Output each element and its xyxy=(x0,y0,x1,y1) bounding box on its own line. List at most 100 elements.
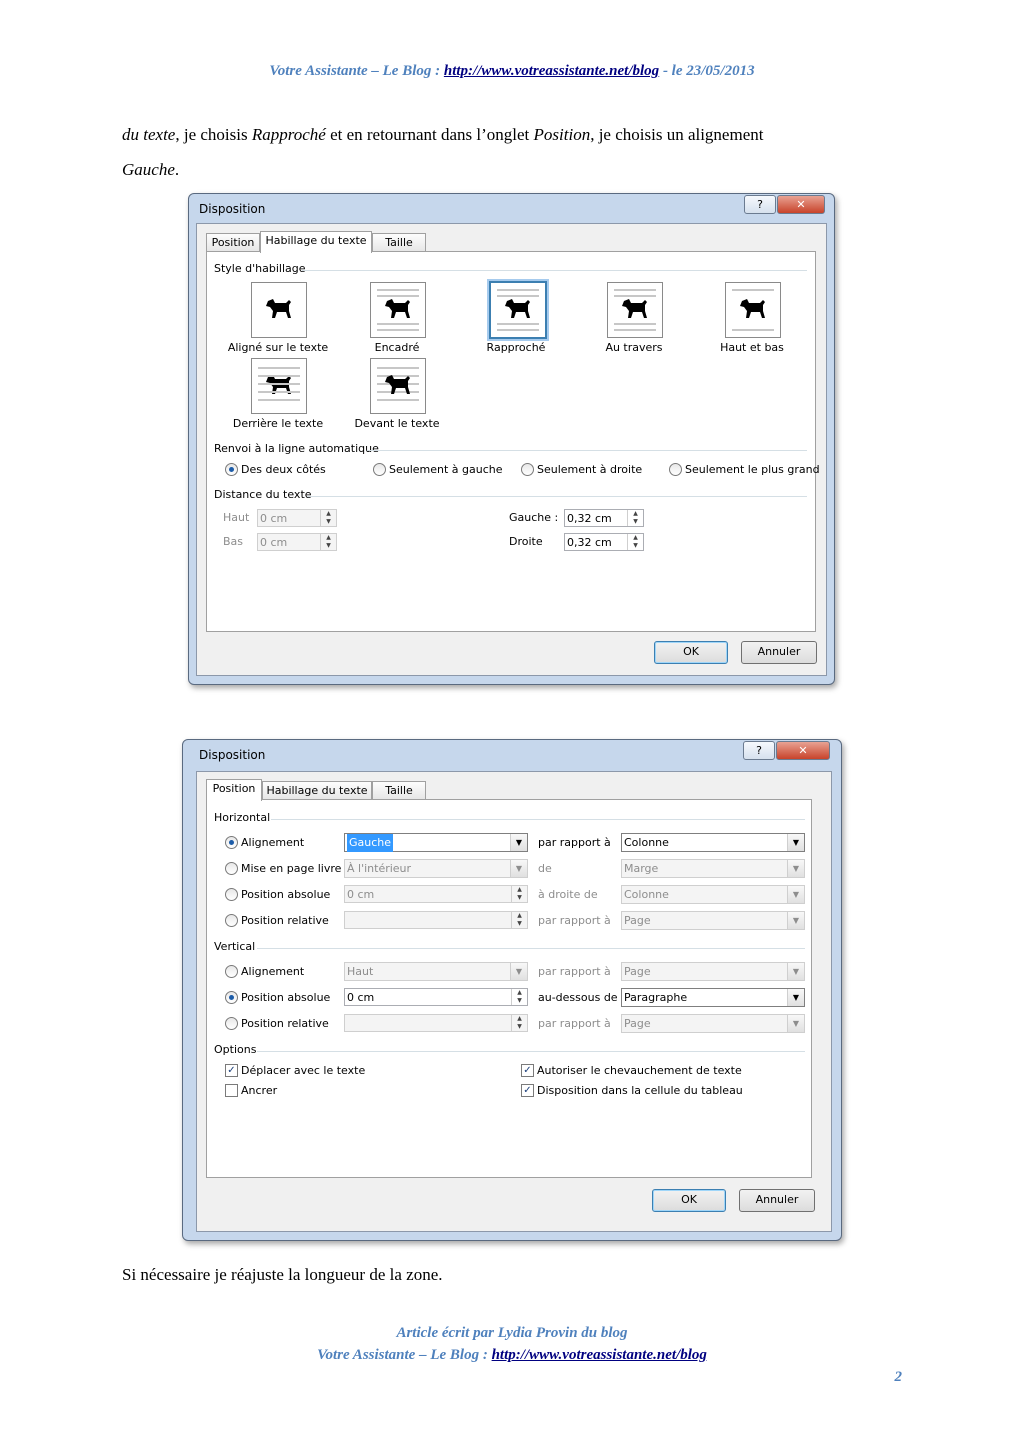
intro-paragraph: du texte, je choisis Rapproché et en ret… xyxy=(122,125,764,144)
h-relative-rel-label: par rapport à xyxy=(538,914,611,927)
radio-plus-grand[interactable] xyxy=(669,463,682,476)
radio-h-alignement[interactable] xyxy=(225,836,238,849)
h-absolue-target-select[interactable]: Colonne ▼ xyxy=(621,885,805,904)
wrap-inline-option[interactable] xyxy=(251,282,307,338)
wrap-square-label: Encadré xyxy=(374,341,420,354)
section-renvoi-label: Renvoi à la ligne automatique xyxy=(214,442,379,455)
h-alignement-rel-label: par rapport à xyxy=(538,836,611,849)
v-relative-stepper[interactable]: ▲ ▼ xyxy=(344,1014,528,1032)
chevron-down-icon[interactable]: ▼ xyxy=(787,912,804,929)
chevron-down-icon[interactable]: ▼ xyxy=(787,963,804,980)
chevron-down-icon[interactable]: ▼ xyxy=(787,860,804,877)
intro-paragraph-line2: Gauche. xyxy=(122,160,180,179)
chevron-down-icon[interactable]: ▼ xyxy=(787,989,804,1006)
radio-h-relative-label: Position relative xyxy=(241,914,329,927)
chevron-down-icon[interactable]: ▼ xyxy=(787,834,804,851)
footer-line2: Votre Assistante – Le Blog : http://www.… xyxy=(0,1347,1024,1364)
droite-stepper[interactable]: 0,32 cm ▲ ▼ xyxy=(564,533,644,551)
droite-label: Droite xyxy=(509,535,543,548)
radio-h-livre-label: Mise en page livre xyxy=(241,862,342,875)
help-button[interactable]: ? xyxy=(743,741,775,760)
h-livre-rel-label: de xyxy=(538,862,552,875)
header-link[interactable]: http://www.votreassistante.net/blog xyxy=(444,63,659,79)
h-alignement-select[interactable]: Gauche ▼ xyxy=(344,833,528,852)
checkbox-ancrer[interactable] xyxy=(225,1084,238,1097)
wrap-square-option[interactable] xyxy=(370,282,426,338)
wrap-through-option[interactable] xyxy=(607,282,663,338)
h-livre-select[interactable]: À l'intérieur ▼ xyxy=(344,859,528,878)
v-alignement-target-select[interactable]: Page ▼ xyxy=(621,962,805,981)
gauche-stepper[interactable]: 0,32 cm ▲ ▼ xyxy=(564,509,644,527)
wrap-through-label: Au travers xyxy=(605,341,663,354)
close-button[interactable]: ✕ xyxy=(777,195,825,214)
wrap-front-option[interactable] xyxy=(370,358,426,414)
h-relative-stepper[interactable]: ▲ ▼ xyxy=(344,911,528,929)
radio-h-absolue-label: Position absolue xyxy=(241,888,331,901)
h-relative-target-select[interactable]: Page ▼ xyxy=(621,911,805,930)
wrap-topbottom-option[interactable] xyxy=(725,282,781,338)
dog-icon xyxy=(622,299,647,318)
checkbox-cellule[interactable]: ✓ xyxy=(521,1084,534,1097)
radio-v-alignement[interactable] xyxy=(225,965,238,978)
tab-habillage[interactable]: Habillage du texte xyxy=(262,781,372,800)
section-distance-label: Distance du texte xyxy=(214,488,312,501)
cancel-button[interactable]: Annuler xyxy=(739,1189,815,1212)
h-absolue-stepper[interactable]: 0 cm ▲ ▼ xyxy=(344,885,528,903)
page-header: Votre Assistante – Le Blog : http://www.… xyxy=(0,63,1024,80)
chevron-down-icon[interactable]: ▼ xyxy=(510,860,527,877)
ok-button[interactable]: OK xyxy=(654,641,728,664)
radio-h-absolue[interactable] xyxy=(225,888,238,901)
section-divider xyxy=(257,948,805,949)
h-alignement-target-select[interactable]: Colonne ▼ xyxy=(621,833,805,852)
wrap-behind-option[interactable] xyxy=(251,358,307,414)
bas-stepper[interactable]: 0 cm ▲ ▼ xyxy=(257,533,337,551)
wrap-topbottom-label: Haut et bas xyxy=(720,341,784,354)
checkbox-chevauchement[interactable]: ✓ xyxy=(521,1064,534,1077)
dialog-client: Position Habillage du texte Taille Style… xyxy=(196,223,827,676)
tab-panel: Style d'habillage Aligné sur le texte En… xyxy=(206,251,820,632)
section-divider xyxy=(257,1051,805,1052)
tab-position[interactable]: Position xyxy=(206,233,260,252)
h-livre-target-select[interactable]: Marge ▼ xyxy=(621,859,805,878)
ok-button[interactable]: OK xyxy=(652,1189,726,1212)
checkbox-ancrer-label: Ancrer xyxy=(241,1084,278,1097)
radio-h-relative[interactable] xyxy=(225,914,238,927)
footer-link[interactable]: http://www.votreassistante.net/blog xyxy=(492,1347,707,1363)
radio-droite[interactable] xyxy=(521,463,534,476)
dog-icon xyxy=(266,299,291,318)
chevron-down-icon[interactable]: ▼ xyxy=(787,886,804,903)
chevron-down-icon[interactable]: ▼ xyxy=(510,963,527,980)
v-relative-target-select[interactable]: Page ▼ xyxy=(621,1014,805,1033)
closing-paragraph: Si nécessaire je réajuste la longueur de… xyxy=(122,1265,443,1284)
tab-panel: Horizontal Alignement Gauche ▼ par rappor… xyxy=(206,799,812,1178)
help-button[interactable]: ? xyxy=(744,195,776,214)
checkbox-cellule-label: Disposition dans la cellule du tableau xyxy=(537,1084,743,1097)
checkbox-deplacer-label: Déplacer avec le texte xyxy=(241,1064,366,1077)
radio-gauche[interactable] xyxy=(373,463,386,476)
tab-position[interactable]: Position xyxy=(206,779,262,801)
radio-droite-label: Seulement à droite xyxy=(537,463,643,476)
tab-habillage[interactable]: Habillage du texte xyxy=(260,231,372,253)
radio-deux-cotes[interactable] xyxy=(225,463,238,476)
cancel-button[interactable]: Annuler xyxy=(741,641,817,664)
tab-taille[interactable]: Taille xyxy=(372,781,426,800)
chevron-down-icon[interactable]: ▼ xyxy=(510,834,527,851)
wrap-tight-option[interactable] xyxy=(489,281,547,339)
section-divider xyxy=(307,496,807,497)
radio-plus-grand-label: Seulement le plus grand xyxy=(685,463,820,476)
tab-taille[interactable]: Taille xyxy=(372,233,426,252)
radio-gauche-label: Seulement à gauche xyxy=(389,463,503,476)
close-button[interactable]: ✕ xyxy=(776,741,830,760)
header-blog-name: Votre Assistante – Le Blog : xyxy=(269,63,444,79)
v-alignement-select[interactable]: Haut ▼ xyxy=(344,962,528,981)
checkbox-deplacer[interactable]: ✓ xyxy=(225,1064,238,1077)
radio-h-livre[interactable] xyxy=(225,862,238,875)
chevron-down-icon[interactable]: ▼ xyxy=(787,1015,804,1032)
spin-arrows-icon: ▲ ▼ xyxy=(320,534,336,550)
wrap-front-label: Devant le texte xyxy=(354,417,440,430)
v-absolue-target-select[interactable]: Paragraphe ▼ xyxy=(621,988,805,1007)
haut-stepper[interactable]: 0 cm ▲ ▼ xyxy=(257,509,337,527)
v-absolue-stepper[interactable]: 0 cm ▲ ▼ xyxy=(344,988,528,1006)
radio-v-absolue[interactable] xyxy=(225,991,238,1004)
radio-v-relative[interactable] xyxy=(225,1017,238,1030)
